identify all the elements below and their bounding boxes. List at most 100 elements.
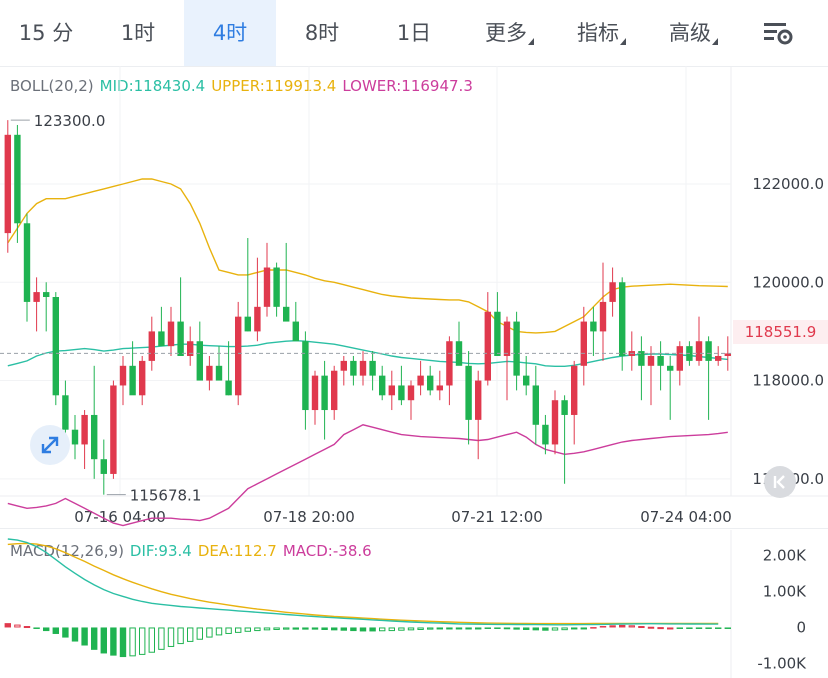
chart-settings-icon[interactable] xyxy=(760,18,796,48)
candle-body xyxy=(110,385,117,474)
y-tick-label: 122000.0 xyxy=(752,175,824,193)
macd-hist-bar xyxy=(340,627,347,631)
candle-body xyxy=(331,370,338,411)
pane-divider xyxy=(0,528,828,529)
candle xyxy=(148,316,155,371)
candle-body xyxy=(484,311,491,381)
candle xyxy=(91,365,98,479)
candle-body xyxy=(158,331,165,347)
candle-body xyxy=(446,341,453,386)
candle-body xyxy=(369,360,376,376)
candle-body xyxy=(571,365,578,415)
candle xyxy=(369,351,376,391)
macd-y-tick-label: -1.00K xyxy=(757,655,807,673)
macd-hist-bar xyxy=(676,627,683,629)
candle-body xyxy=(619,282,626,356)
candle-body xyxy=(148,331,155,361)
candle-body xyxy=(513,321,520,376)
candle xyxy=(532,365,539,445)
x-tick-label: 07-24 04:00 xyxy=(640,508,732,526)
candle xyxy=(119,355,127,406)
macd-hist-bar xyxy=(542,627,549,631)
candle xyxy=(417,360,424,396)
more-dropdown-icon xyxy=(528,38,534,45)
macd-hist-bar xyxy=(91,627,98,650)
candle xyxy=(215,346,223,381)
candle xyxy=(177,277,184,356)
tab-advanced[interactable]: 高级 xyxy=(644,0,736,66)
candle xyxy=(571,360,578,445)
candle xyxy=(590,306,597,356)
macd-chart[interactable]: 2.00K 1.00K 0 -1.00K xyxy=(0,530,828,678)
candle-body xyxy=(81,414,88,445)
candle xyxy=(609,267,616,317)
macd-hist-bar xyxy=(81,627,88,646)
tab-15m[interactable]: 15 分 xyxy=(0,0,92,66)
high-price-label: 123300.0 xyxy=(34,112,106,130)
candle-body xyxy=(590,321,597,332)
macd-hist-bar xyxy=(523,627,530,630)
candle-body xyxy=(263,267,271,307)
candle xyxy=(206,355,213,391)
macd-hist-bar xyxy=(417,627,424,630)
macd-hist-bar xyxy=(187,627,194,642)
candle xyxy=(465,351,472,445)
macd-hist-bar xyxy=(129,627,136,657)
macd-hist-bar xyxy=(619,624,626,628)
candle xyxy=(484,292,491,386)
candle-body xyxy=(91,414,98,460)
last-price-tag: 118551.9 xyxy=(733,320,828,344)
candle xyxy=(311,370,319,425)
candle xyxy=(427,365,434,396)
candle xyxy=(513,311,520,391)
tab-4h[interactable]: 4时 xyxy=(184,0,276,66)
collapse-left-icon xyxy=(773,475,785,489)
candle xyxy=(436,370,443,401)
macd-hist-bar xyxy=(455,627,463,630)
candle xyxy=(43,282,50,332)
candle xyxy=(599,262,607,361)
candle-body xyxy=(273,267,280,307)
candle xyxy=(4,120,11,253)
candle xyxy=(331,365,338,420)
candle xyxy=(407,380,415,420)
candle-body xyxy=(340,360,347,371)
tab-1d[interactable]: 1日 xyxy=(368,0,460,66)
macd-hist-bar xyxy=(503,627,511,630)
tab-1h[interactable]: 1时 xyxy=(92,0,184,66)
candle-body xyxy=(561,400,568,415)
candle xyxy=(503,316,511,401)
candle xyxy=(100,439,107,495)
tab-8h[interactable]: 8时 xyxy=(276,0,368,66)
macd-hist-bar xyxy=(561,627,568,631)
scroll-to-latest-button[interactable] xyxy=(764,466,796,498)
candle xyxy=(676,341,683,386)
zoom-fab[interactable] xyxy=(30,425,70,465)
candle xyxy=(667,355,674,420)
candle-body xyxy=(695,341,703,361)
tab-indicators[interactable]: 指标 xyxy=(552,0,644,66)
macd-hist-bar xyxy=(292,627,299,630)
candle xyxy=(263,242,271,317)
macd-hist-bar xyxy=(551,627,559,631)
macd-hist-bar xyxy=(513,627,520,630)
macd-hist-bar xyxy=(359,627,367,632)
candle-body xyxy=(542,424,549,445)
candle xyxy=(446,336,453,406)
macd-hist-bar xyxy=(52,627,59,634)
candle-body xyxy=(465,365,472,420)
macd-hist-bar xyxy=(254,627,261,632)
x-tick-label: 07-18 20:00 xyxy=(263,508,355,526)
macd-hist-bar xyxy=(436,627,444,630)
macd-hist-bar xyxy=(494,627,501,629)
candle xyxy=(273,262,280,317)
candle-body xyxy=(580,321,587,366)
candle xyxy=(33,277,40,332)
candle xyxy=(110,380,117,479)
macd-hist-bar xyxy=(350,627,357,632)
candle-body xyxy=(523,375,530,386)
candle xyxy=(158,306,165,347)
macd-hist-bar xyxy=(369,627,376,632)
tab-more[interactable]: 更多 xyxy=(460,0,552,66)
price-chart[interactable]: 07-16 04:00 07-18 20:00 07-21 12:00 07-24 0… xyxy=(0,66,828,528)
